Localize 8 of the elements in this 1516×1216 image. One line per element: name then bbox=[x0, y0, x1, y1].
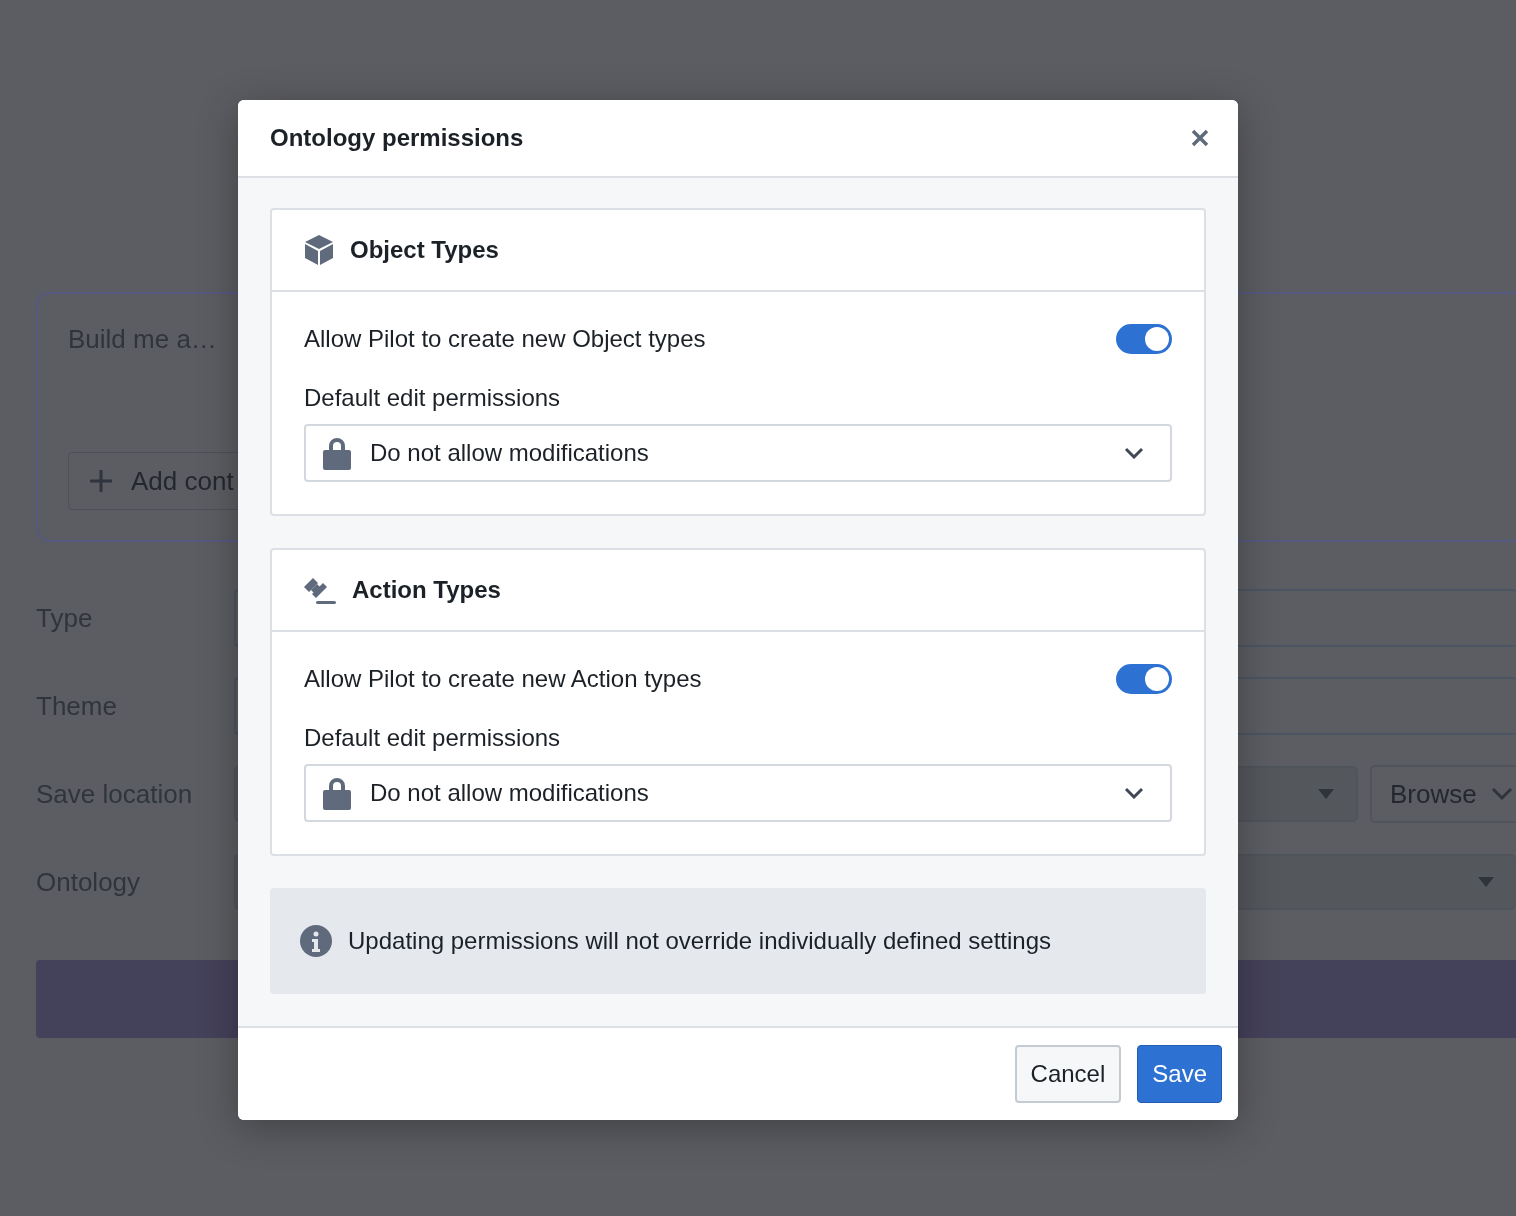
dialog-title: Ontology permissions bbox=[270, 124, 524, 152]
field-label: Default edit permissions bbox=[304, 384, 562, 412]
toggle-label: Allow Pilot to create new Action types bbox=[304, 665, 702, 693]
section-title: Action Types bbox=[352, 576, 501, 604]
info-text: Updating permissions will not override individually defined settings bbox=[348, 927, 1052, 955]
field-label: Default edit permissions bbox=[304, 724, 562, 752]
toggle-label: Allow Pilot to create new Object types bbox=[304, 325, 706, 353]
section-title: Object Types bbox=[350, 236, 499, 264]
